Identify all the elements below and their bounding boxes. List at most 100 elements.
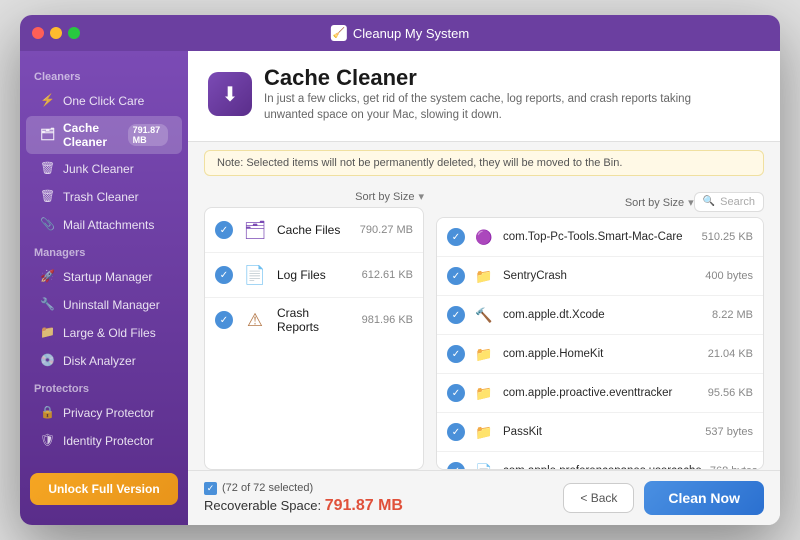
managers-section-label: Managers xyxy=(20,239,188,263)
list-item[interactable]: ✓ 📁 com.apple.proactive.eventtracker 95.… xyxy=(437,374,763,413)
maximize-button[interactable] xyxy=(68,27,80,39)
check-icon: ✓ xyxy=(447,423,465,441)
list-item[interactable]: ✓ 📁 SentryCrash 400 bytes xyxy=(437,257,763,296)
uninstall-manager-icon: 🔧 xyxy=(40,297,56,313)
cache-files-icon: 🗂 xyxy=(241,216,269,244)
sidebar-item-startup-manager[interactable]: 🚀 Startup Manager xyxy=(26,264,182,290)
titlebar-title: 🧹 Cleanup My System xyxy=(331,25,469,41)
list-item[interactable]: ✓ 🟣 com.Top-Pc-Tools.Smart-Mac-Care 510.… xyxy=(437,218,763,257)
sidebar-item-identity-protector[interactable]: 🛡 Identity Protector xyxy=(26,428,182,454)
sidebar-item-label: Cache Cleaner xyxy=(63,121,121,149)
sidebar-item-label: Disk Analyzer xyxy=(63,354,136,368)
left-sort-label: Sort by Size xyxy=(355,191,414,203)
check-icon: ✓ xyxy=(447,462,465,470)
right-item-icon: 📄 xyxy=(473,460,495,470)
search-placeholder: Search xyxy=(720,196,755,208)
footer-selected: ✓ (72 of 72 selected) xyxy=(204,482,403,495)
right-item-size: 21.04 KB xyxy=(708,348,753,360)
right-panel: Sort by Size ▾ 🔍 Search ✓ 🟣 com.Top-Pc-T xyxy=(436,184,764,470)
list-item[interactable]: ✓ 📁 PassKit 537 bytes xyxy=(437,413,763,452)
trash-cleaner-icon: 🗑 xyxy=(40,189,56,205)
sidebar-item-uninstall-manager[interactable]: 🔧 Uninstall Manager xyxy=(26,292,182,318)
right-item-icon: 📁 xyxy=(473,265,495,287)
content-title-block: Cache Cleaner In just a few clicks, get … xyxy=(264,65,744,123)
sidebar-item-privacy-protector[interactable]: 🔒 Privacy Protector xyxy=(26,400,182,426)
footer-left: ✓ (72 of 72 selected) Recoverable Space:… xyxy=(204,482,403,515)
right-sort-bar: Sort by Size ▾ xyxy=(436,190,694,213)
log-files-name: Log Files xyxy=(277,268,354,282)
app-icon: 🧹 xyxy=(331,25,347,41)
check-icon: ✓ xyxy=(447,345,465,363)
right-item-name: com.Top-Pc-Tools.Smart-Mac-Care xyxy=(503,231,694,243)
footer-checkbox[interactable]: ✓ xyxy=(204,482,217,495)
sidebar-item-trash-cleaner[interactable]: 🗑 Trash Cleaner xyxy=(26,184,182,210)
search-box[interactable]: 🔍 Search xyxy=(694,192,764,212)
window-title: Cleanup My System xyxy=(353,26,469,41)
sidebar-item-label: One Click Care xyxy=(63,94,144,108)
startup-manager-icon: 🚀 xyxy=(40,269,56,285)
one-click-care-icon: ⚡ xyxy=(40,93,56,109)
protectors-section-label: Protectors xyxy=(20,375,188,399)
list-item[interactable]: ✓ 📄 com.apple.preferencepanes.usercache … xyxy=(437,452,763,470)
right-item-size: 400 bytes xyxy=(705,270,753,282)
content-title-row: ⬇ Cache Cleaner In just a few clicks, ge… xyxy=(208,65,760,123)
back-button[interactable]: < Back xyxy=(563,483,634,513)
sidebar: Cleaners ⚡ One Click Care 🗂 Cache Cleane… xyxy=(20,51,188,525)
minimize-button[interactable] xyxy=(50,27,62,39)
right-item-name: com.apple.HomeKit xyxy=(503,348,700,360)
list-item[interactable]: ✓ 🗂 Cache Files 790.27 MB xyxy=(205,208,423,253)
list-item[interactable]: ✓ 📄 Log Files 612.61 KB xyxy=(205,253,423,298)
sidebar-item-label: Privacy Protector xyxy=(63,406,154,420)
right-item-icon: 📁 xyxy=(473,382,495,404)
crash-reports-name: Crash Reports xyxy=(277,306,354,334)
list-item[interactable]: ✓ ⚠ Crash Reports 981.96 KB xyxy=(205,298,423,342)
privacy-protector-icon: 🔒 xyxy=(40,405,56,421)
sidebar-item-cache-cleaner[interactable]: 🗂 Cache Cleaner 791.87 MB xyxy=(26,116,182,154)
titlebar: 🧹 Cleanup My System xyxy=(20,15,780,51)
right-item-icon: 📁 xyxy=(473,421,495,443)
right-item-name: com.apple.dt.Xcode xyxy=(503,309,704,321)
mail-attachments-icon: 📎 xyxy=(40,217,56,233)
sidebar-item-one-click-care[interactable]: ⚡ One Click Care xyxy=(26,88,182,114)
crash-reports-size: 981.96 KB xyxy=(362,314,413,326)
right-item-name: SentryCrash xyxy=(503,270,697,282)
sidebar-item-label: Mail Attachments xyxy=(63,218,154,232)
content-description: In just a few clicks, get rid of the sys… xyxy=(264,91,744,123)
cache-files-size: 790.27 MB xyxy=(360,224,413,236)
right-sort-label: Sort by Size xyxy=(625,197,684,209)
sidebar-item-mail-attachments[interactable]: 📎 Mail Attachments xyxy=(26,212,182,238)
right-item-size: 537 bytes xyxy=(705,426,753,438)
right-item-size: 510.25 KB xyxy=(702,231,753,243)
clean-now-button[interactable]: Clean Now xyxy=(644,481,764,515)
check-icon: ✓ xyxy=(447,384,465,402)
right-item-icon: 🔨 xyxy=(473,304,495,326)
close-button[interactable] xyxy=(32,27,44,39)
check-icon: ✓ xyxy=(215,311,233,329)
footer: ✓ (72 of 72 selected) Recoverable Space:… xyxy=(188,470,780,525)
app-window: 🧹 Cleanup My System Cleaners ⚡ One Click… xyxy=(20,15,780,525)
sidebar-item-label: Trash Cleaner xyxy=(63,190,139,204)
log-files-icon: 📄 xyxy=(241,261,269,289)
sidebar-item-junk-cleaner[interactable]: 🗑 Junk Cleaner xyxy=(26,156,182,182)
note-bar: Note: Selected items will not be permane… xyxy=(204,150,764,176)
left-sort-arrow: ▾ xyxy=(418,190,424,203)
right-sort-arrow: ▾ xyxy=(688,196,694,209)
sidebar-item-disk-analyzer[interactable]: 💿 Disk Analyzer xyxy=(26,348,182,374)
recoverable-label: Recoverable Space: xyxy=(204,498,321,513)
panels-area: Sort by Size ▾ ✓ 🗂 Cache Files 790.27 MB… xyxy=(188,184,780,470)
cache-cleaner-icon: 🗂 xyxy=(40,127,56,143)
footer-right: < Back Clean Now xyxy=(563,481,764,515)
right-item-icon: 📁 xyxy=(473,343,495,365)
disk-analyzer-icon: 💿 xyxy=(40,353,56,369)
right-item-name: com.apple.proactive.eventtracker xyxy=(503,387,700,399)
recoverable-value: 791.87 MB xyxy=(325,497,403,514)
sidebar-item-large-old-files[interactable]: 📁 Large & Old Files xyxy=(26,320,182,346)
list-item[interactable]: ✓ 📁 com.apple.HomeKit 21.04 KB xyxy=(437,335,763,374)
right-panel-header: Sort by Size ▾ 🔍 Search xyxy=(436,184,764,217)
left-panel: Sort by Size ▾ ✓ 🗂 Cache Files 790.27 MB… xyxy=(204,184,424,470)
left-sort-bar: Sort by Size ▾ xyxy=(204,184,424,207)
list-item[interactable]: ✓ 🔨 com.apple.dt.Xcode 8.22 MB xyxy=(437,296,763,335)
main-layout: Cleaners ⚡ One Click Care 🗂 Cache Cleane… xyxy=(20,51,780,525)
right-item-name: PassKit xyxy=(503,426,697,438)
unlock-button[interactable]: Unlock Full Version xyxy=(30,473,178,505)
